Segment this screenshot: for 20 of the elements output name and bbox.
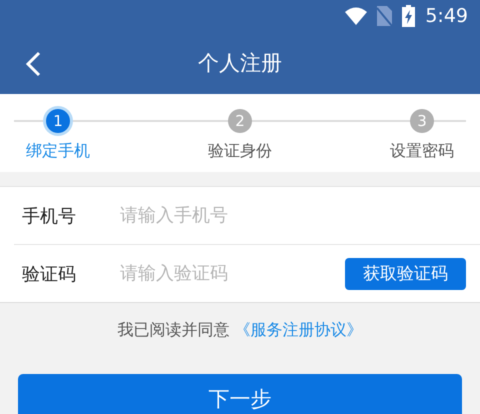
page-title: 个人注册 bbox=[198, 50, 282, 77]
input-field[interactable]: 请输入手机号 bbox=[120, 200, 466, 230]
next-button[interactable]: 下一步 bbox=[18, 374, 462, 414]
agreement-link[interactable]: 《服务注册协议》 bbox=[234, 320, 363, 339]
back-icon[interactable] bbox=[24, 51, 42, 77]
step-label: 验证身份 bbox=[208, 141, 272, 162]
battery-charging-icon bbox=[402, 5, 416, 27]
wifi-icon bbox=[345, 7, 368, 25]
status-time: 5:49 bbox=[425, 5, 468, 27]
step-number: 1 bbox=[46, 109, 70, 133]
step-label: 设置密码 bbox=[390, 141, 454, 162]
field-label: 验证码 bbox=[22, 262, 77, 286]
get-code-button[interactable]: 获取验证码 bbox=[345, 258, 466, 290]
no-sim-icon bbox=[377, 6, 392, 26]
step-number: 3 bbox=[410, 109, 434, 133]
step-label: 绑定手机 bbox=[26, 141, 90, 162]
input-field[interactable]: 请输入验证码 bbox=[120, 258, 345, 288]
field-label: 手机号 bbox=[22, 204, 77, 228]
agreement-text: 我已阅读并同意 bbox=[117, 320, 230, 339]
step-number: 2 bbox=[228, 109, 252, 133]
